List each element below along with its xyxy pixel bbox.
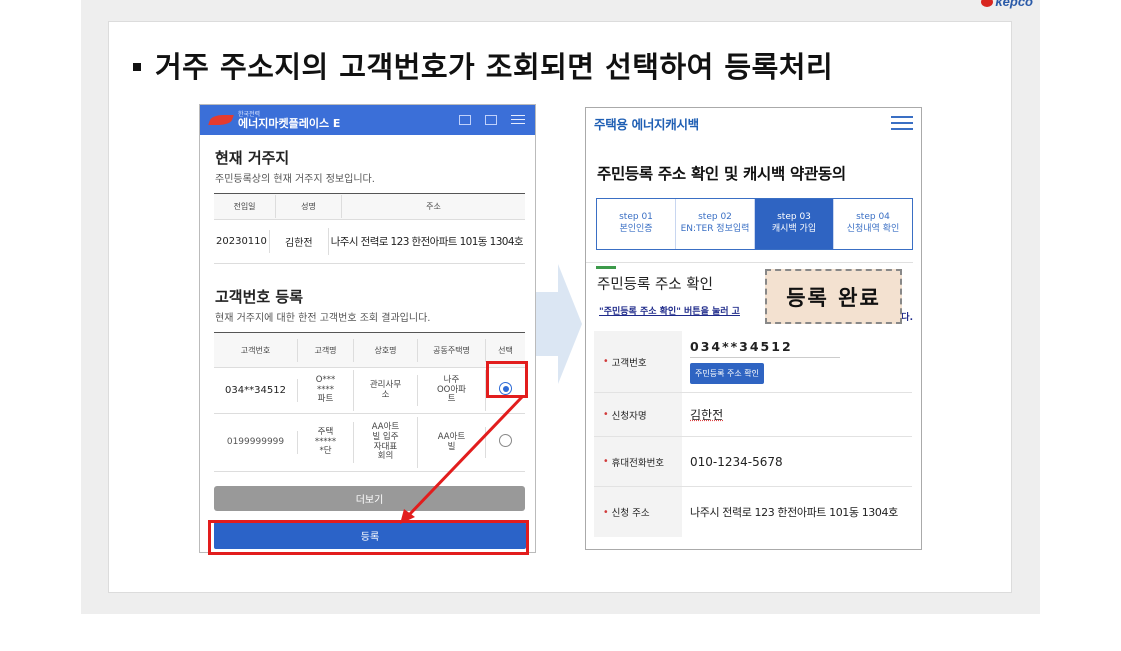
phone-label: 휴대전화번호 xyxy=(594,437,682,486)
divider xyxy=(586,262,913,263)
phone-value: 010-1234-5678 xyxy=(690,454,783,469)
left-app-logo[interactable]: 한국전력 에너지마켓플레이스 E xyxy=(238,111,341,130)
login-icon[interactable] xyxy=(485,115,497,125)
step-3-label: 캐시백 가입 xyxy=(771,224,817,234)
register-highlight-box xyxy=(208,520,529,555)
registration-complete-badge: 등록 완료 xyxy=(765,269,902,324)
customer-company: AA아트 빌 입주 자대표 회의 xyxy=(354,416,418,469)
customer-title: 고객번호 등록 xyxy=(215,288,304,306)
customer-table: 고객번호 고객명 상호명 공동주택명 선택 034**34512 O*** **… xyxy=(214,332,525,472)
address-label: 신청 주소 xyxy=(594,487,682,537)
section-accent-bar xyxy=(596,266,616,269)
kepco-logo-text: kepco xyxy=(995,0,1033,9)
customer-desc: 현재 거주지에 대한 한전 고객번호 조회 결과입니다. xyxy=(215,313,431,324)
residence-address: 나주시 전력로 123 한전아파트 101동 1304호 xyxy=(330,236,524,248)
address-value: 나주시 전력로 123 한전아파트 101동 1304호 xyxy=(690,506,898,519)
left-app-header: 한국전력 에너지마켓플레이스 E xyxy=(200,105,535,135)
col-customer-name: 고객명 xyxy=(298,338,354,362)
residence-table-header: 전입일 성명 주소 xyxy=(214,194,525,220)
customer-name: O*** **** 파트 xyxy=(298,369,354,412)
step-2-num: step 02 xyxy=(698,212,732,223)
step-3: step 03 캐시백 가입 xyxy=(755,199,834,249)
col-move-in-date: 전입일 xyxy=(214,195,276,218)
step-4-label: 신청내역 확인 xyxy=(846,224,900,234)
kepco-logo: kepco xyxy=(981,0,1033,9)
residence-row: 20230110 김한전 나주시 전력로 123 한전아파트 101동 1304… xyxy=(214,220,525,264)
radio-highlight-box xyxy=(486,361,528,398)
residence-table: 전입일 성명 주소 20230110 김한전 나주시 전력로 123 한전아파트… xyxy=(214,193,525,264)
select-radio[interactable] xyxy=(499,434,512,448)
applicant-name-value: 김한전 xyxy=(690,408,724,422)
step-2-label: EN:TER 정보입력 xyxy=(680,224,750,234)
left-app-logo-text: 에너지마켓플레이스 E xyxy=(238,116,341,130)
right-app-brand[interactable]: 주택용 에너지캐시백 xyxy=(594,114,699,133)
verify-address-button[interactable]: 주민등록 주소 확인 xyxy=(690,363,764,384)
right-app-header: 주택용 에너지캐시백 xyxy=(586,108,921,138)
customer-apartment: AA아트 빌 xyxy=(418,426,486,459)
col-address: 주소 xyxy=(426,202,441,211)
residence-title: 현재 거주지 xyxy=(215,149,290,167)
customer-apartment: 나주 OO아파 트 xyxy=(418,369,486,412)
step-1: step 01 본인인증 xyxy=(597,199,676,249)
form-row-applicant: 신청자명 김한전 xyxy=(594,393,912,437)
step-2: step 02 EN:TER 정보입력 xyxy=(676,199,755,249)
notice-text-end: 다. xyxy=(901,313,913,323)
bullet-icon xyxy=(133,63,141,71)
hamburger-menu-icon[interactable] xyxy=(891,116,913,130)
step-indicator: step 01 본인인증 step 02 EN:TER 정보입력 step 03… xyxy=(596,198,913,250)
menu-icon[interactable] xyxy=(511,115,525,124)
slide-title: 거주 주소지의 고객번호가 조회되면 선택하여 등록처리 xyxy=(133,44,833,86)
residence-date: 20230110 xyxy=(214,230,270,253)
form-row-phone: 휴대전화번호 010-1234-5678 xyxy=(594,437,912,487)
step-1-num: step 01 xyxy=(619,212,653,223)
slide-title-text: 거주 주소지의 고객번호가 조회되면 선택하여 등록처리 xyxy=(155,50,834,84)
col-apartment: 공동주택명 xyxy=(418,338,486,362)
col-company: 상호명 xyxy=(354,338,418,362)
more-button[interactable]: 더보기 xyxy=(214,486,525,511)
application-form: 고객번호 034**34512 주민등록 주소 확인 신청자명 김한전 휴대전화… xyxy=(594,331,912,537)
form-row-address: 신청 주소 나주시 전력로 123 한전아파트 101동 1304호 xyxy=(594,487,912,537)
residence-name: 김한전 xyxy=(270,228,329,255)
table-row[interactable]: 034**34512 O*** **** 파트 관리사무 소 나주 OO아파 트 xyxy=(214,368,525,414)
customer-no-label: 고객번호 xyxy=(594,331,682,392)
form-row-customer-no: 고객번호 034**34512 주민등록 주소 확인 xyxy=(594,331,912,393)
document-icon[interactable] xyxy=(459,115,471,125)
col-name: 성명 xyxy=(276,195,342,218)
step-4: step 04 신청내역 확인 xyxy=(834,199,912,249)
col-customer-no: 고객번호 xyxy=(214,338,298,362)
step-3-num: step 03 xyxy=(777,212,811,223)
kepco-logo-icon xyxy=(981,0,994,7)
col-select: 선택 xyxy=(498,345,513,355)
right-phone-screen: 주택용 에너지캐시백 주민등록 주소 확인 및 캐시백 약관동의 step 01… xyxy=(585,107,922,550)
flow-arrow-icon xyxy=(536,264,582,384)
step-1-label: 본인인증 xyxy=(619,224,653,234)
customer-number: 0199999999 xyxy=(214,431,298,454)
left-phone-screen: 한국전력 에너지마켓플레이스 E 현재 거주지 주민등록상의 현재 거주지 정보… xyxy=(199,104,536,553)
kepco-swoosh-icon xyxy=(208,115,234,125)
step-4-num: step 04 xyxy=(856,212,890,223)
customer-no-field[interactable]: 034**34512 xyxy=(690,339,840,358)
residence-desc: 주민등록상의 현재 거주지 정보입니다. xyxy=(215,174,375,185)
table-row[interactable]: 0199999999 주택 ***** *단 AA아트 빌 입주 자대표 회의 … xyxy=(214,414,525,472)
applicant-label: 신청자명 xyxy=(594,393,682,436)
customer-number: 034**34512 xyxy=(214,378,298,403)
page-title: 주민등록 주소 확인 및 캐시백 약관동의 xyxy=(597,165,846,183)
left-app-header-icons xyxy=(459,115,525,125)
customer-name: 주택 ***** *단 xyxy=(298,421,354,464)
customer-table-header: 고객번호 고객명 상호명 공동주택명 선택 xyxy=(214,333,525,368)
customer-company: 관리사무 소 xyxy=(354,374,418,407)
